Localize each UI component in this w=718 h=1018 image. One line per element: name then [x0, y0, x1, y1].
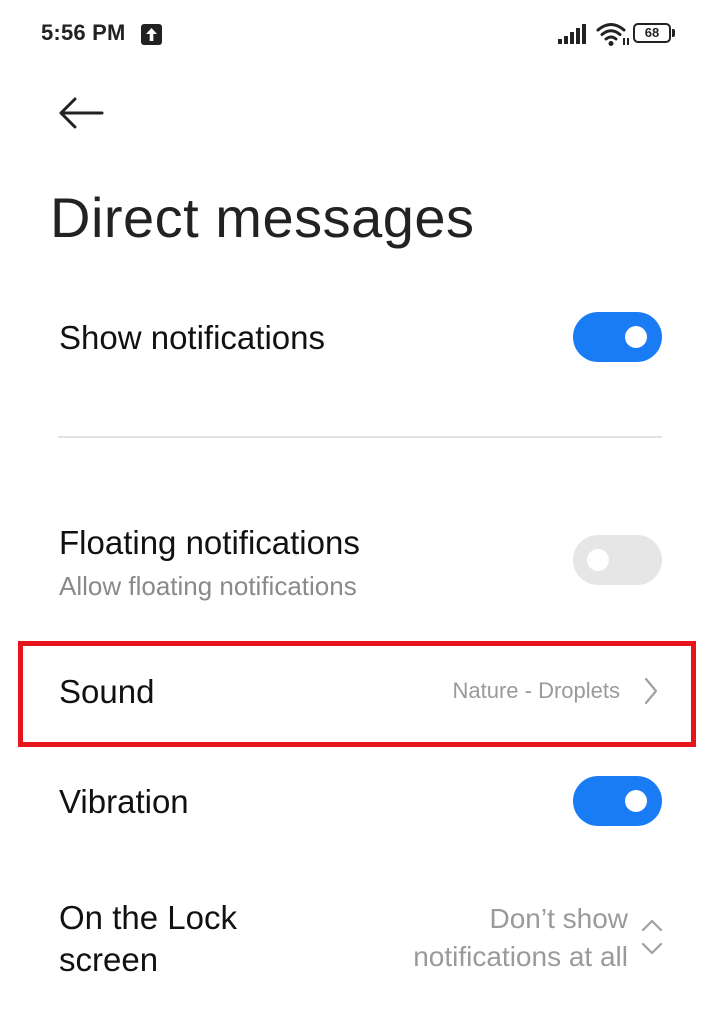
floating-notifications-toggle[interactable]: [573, 535, 662, 585]
sound-label: Sound: [59, 673, 155, 710]
divider: [58, 436, 662, 438]
floating-notifications-row[interactable]: Floating notifications Allow floating no…: [0, 515, 718, 615]
battery-level: 68: [633, 23, 671, 43]
chevron-updown-icon: [640, 918, 664, 961]
toggle-knob: [625, 790, 647, 812]
toggle-knob: [587, 549, 609, 571]
arrow-left-icon: [59, 97, 104, 129]
toggle-knob: [625, 326, 647, 348]
lock-screen-value-line1: Don’t show: [489, 903, 628, 934]
floating-notifications-sublabel: Allow floating notifications: [59, 571, 357, 601]
status-bar: 5:56 PM 68: [0, 0, 718, 70]
show-notifications-toggle[interactable]: [573, 312, 662, 362]
lock-screen-row[interactable]: On the Lock screen Don’t show notificati…: [0, 890, 718, 1000]
battery-icon: 68: [633, 23, 676, 45]
page-title: Direct messages: [50, 186, 475, 249]
vibration-label: Vibration: [59, 783, 189, 820]
lock-screen-value-line2: notifications at all: [413, 941, 628, 972]
sound-value: Nature - Droplets: [452, 678, 620, 703]
battery-cap: [672, 29, 675, 37]
lock-screen-label-line2: screen: [59, 941, 159, 978]
show-notifications-row[interactable]: Show notifications: [0, 300, 718, 380]
signal-icon: [558, 24, 588, 49]
vibration-row[interactable]: Vibration: [0, 762, 718, 842]
chevron-right-icon: [643, 676, 659, 711]
floating-notifications-label: Floating notifications: [59, 524, 360, 561]
vibration-toggle[interactable]: [573, 776, 662, 826]
back-button[interactable]: [52, 88, 108, 138]
status-time: 5:56 PM: [41, 20, 126, 45]
sound-row[interactable]: Sound Nature - Droplets: [0, 650, 718, 740]
lock-screen-label-line1: On the Lock: [59, 899, 237, 936]
screen: 5:56 PM 68 Direct messages Show notifica…: [0, 0, 718, 1018]
show-notifications-label: Show notifications: [59, 319, 325, 356]
wifi-icon: [596, 22, 630, 53]
upload-icon: [141, 24, 162, 45]
